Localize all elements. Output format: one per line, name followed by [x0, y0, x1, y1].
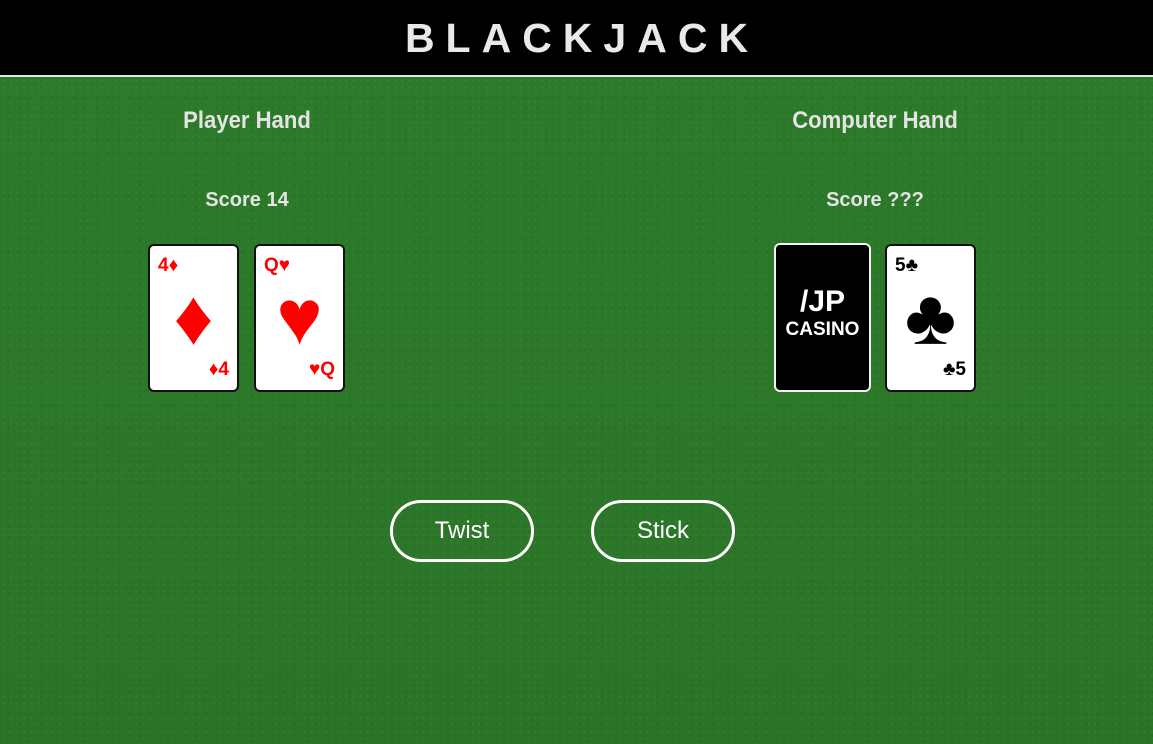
player-score: Score 14	[205, 189, 289, 211]
card-rank: Q	[320, 359, 335, 380]
club-suit-icon: ♣	[904, 273, 957, 361]
card-corner-bottom: ♣5	[943, 360, 966, 380]
casino-logo: /JP CASINO	[776, 285, 869, 341]
card-rank: 5	[955, 359, 966, 380]
game-title: BLACKJACK	[404, 15, 760, 61]
heart-suit-icon: ♥	[276, 273, 323, 361]
computer-score: Score ???	[826, 189, 924, 211]
player-card-4-diamonds: 4♦ ♦ ♦4	[148, 244, 239, 392]
computer-hand-title: Computer Hand	[792, 107, 958, 134]
twist-button[interactable]: Twist	[390, 500, 534, 562]
casino-logo-line1: /JP	[799, 285, 846, 318]
casino-logo-line2: CASINO	[785, 319, 860, 340]
player-card-q-hearts: Q♥ ♥ ♥Q	[254, 244, 345, 392]
card-corner-bottom: ♥Q	[309, 360, 335, 380]
card-rank: 5	[895, 255, 906, 276]
computer-card-5-clubs: 5♣ ♣ ♣5	[885, 244, 976, 392]
diamond-suit-icon: ♦	[208, 359, 219, 380]
card-corner-bottom: ♦4	[209, 360, 229, 380]
card-rank: 4	[218, 359, 229, 380]
club-suit-icon: ♣	[942, 359, 956, 380]
player-hand-title: Player Hand	[183, 107, 311, 134]
heart-suit-icon: ♥	[308, 359, 321, 380]
stick-button[interactable]: Stick	[591, 500, 735, 562]
computer-card-back: /JP CASINO	[774, 243, 871, 392]
diamond-suit-icon: ♦	[173, 273, 214, 361]
card-rank: 4	[158, 255, 169, 276]
header-bar: BLACKJACK	[0, 0, 1153, 77]
